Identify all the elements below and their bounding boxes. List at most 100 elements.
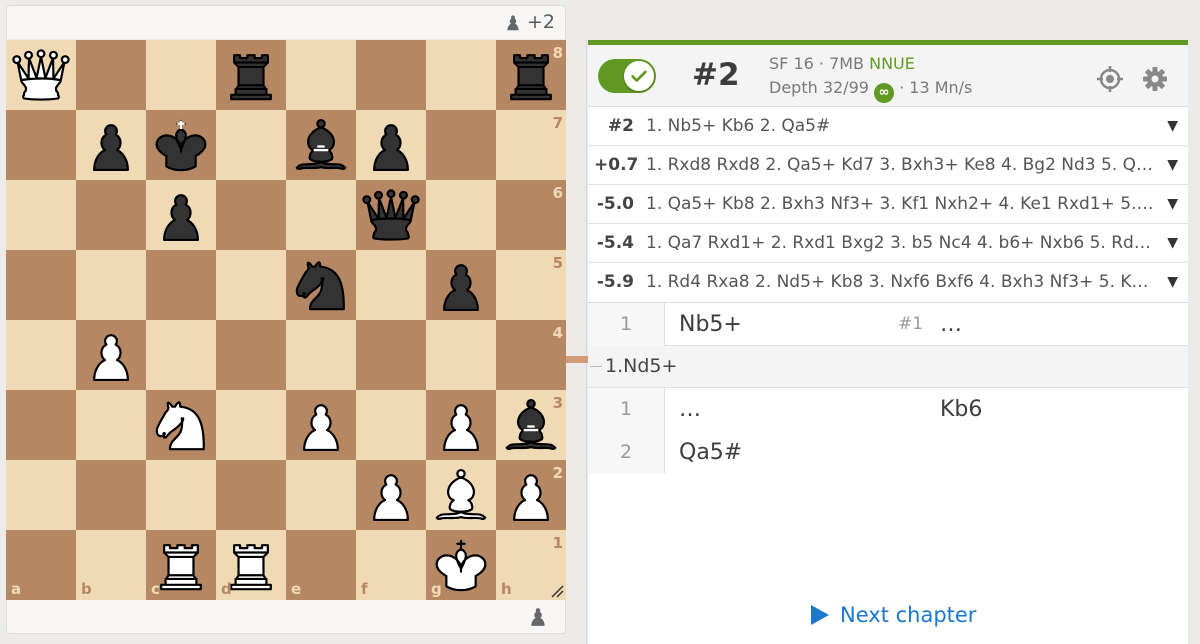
square-h1[interactable]: 1h xyxy=(496,530,566,600)
square-c4[interactable] xyxy=(146,320,216,390)
square-b2[interactable] xyxy=(76,460,146,530)
black-pawn-icon[interactable] xyxy=(428,252,494,318)
square-a8[interactable] xyxy=(6,40,76,110)
pv-line[interactable]: +0.7 1. Rxd8 Rxd8 2. Qa5+ Kd7 3. Bxh3+ K… xyxy=(588,146,1188,185)
square-f1[interactable]: f xyxy=(356,530,426,600)
black-move[interactable]: Kb6 xyxy=(940,388,982,431)
square-f5[interactable] xyxy=(356,250,426,320)
next-chapter-button[interactable]: Next chapter xyxy=(810,603,976,627)
square-c2[interactable] xyxy=(146,460,216,530)
square-e6[interactable] xyxy=(286,180,356,250)
caret-down-icon[interactable]: ▼ xyxy=(1167,185,1178,223)
square-b4[interactable] xyxy=(76,320,146,390)
caret-down-icon[interactable]: ▼ xyxy=(1167,107,1178,145)
square-e1[interactable]: e xyxy=(286,530,356,600)
engine-toggle[interactable] xyxy=(598,59,656,93)
square-d7[interactable] xyxy=(216,110,286,180)
caret-down-icon[interactable]: ▼ xyxy=(1167,146,1178,184)
square-g2[interactable] xyxy=(426,460,496,530)
pv-moves[interactable]: 1. Rd4 Rxa8 2. Nd5+ Kb8 3. Nxf6 Bxf6 4. … xyxy=(646,263,1158,301)
resize-handle-icon[interactable] xyxy=(550,584,564,598)
square-b5[interactable] xyxy=(76,250,146,320)
square-d2[interactable] xyxy=(216,460,286,530)
square-e4[interactable] xyxy=(286,320,356,390)
black-rook-icon[interactable] xyxy=(218,42,284,108)
square-g8[interactable] xyxy=(426,40,496,110)
black-king-icon[interactable] xyxy=(148,112,214,178)
white-queen-icon[interactable] xyxy=(8,42,74,108)
square-d4[interactable] xyxy=(216,320,286,390)
square-e3[interactable] xyxy=(286,390,356,460)
square-f8[interactable] xyxy=(356,40,426,110)
black-queen-icon[interactable] xyxy=(358,182,424,248)
square-g7[interactable] xyxy=(426,110,496,180)
square-e8[interactable] xyxy=(286,40,356,110)
square-d6[interactable] xyxy=(216,180,286,250)
white-move[interactable]: … xyxy=(679,388,701,431)
black-knight-icon[interactable] xyxy=(288,252,354,318)
square-h7[interactable]: 7 xyxy=(496,110,566,180)
black-move[interactable]: … xyxy=(940,303,962,346)
white-pawn-icon[interactable] xyxy=(358,462,424,528)
square-e5[interactable] xyxy=(286,250,356,320)
square-e2[interactable] xyxy=(286,460,356,530)
square-e7[interactable] xyxy=(286,110,356,180)
pv-moves[interactable]: 1. Qa7 Rxd1+ 2. Rxd1 Bxg2 3. b5 Nc4 4. b… xyxy=(646,224,1158,262)
square-f3[interactable] xyxy=(356,390,426,460)
square-d3[interactable] xyxy=(216,390,286,460)
pv-moves[interactable]: 1. Rxd8 Rxd8 2. Qa5+ Kd7 3. Bxh3+ Ke8 4.… xyxy=(646,146,1158,184)
caret-down-icon[interactable]: ▼ xyxy=(1167,263,1178,301)
square-g5[interactable] xyxy=(426,250,496,320)
square-f4[interactable] xyxy=(356,320,426,390)
square-a6[interactable] xyxy=(6,180,76,250)
square-f2[interactable] xyxy=(356,460,426,530)
square-a7[interactable] xyxy=(6,110,76,180)
square-c1[interactable]: c xyxy=(146,530,216,600)
white-pawn-icon[interactable] xyxy=(78,322,144,388)
white-pawn-icon[interactable] xyxy=(428,392,494,458)
square-h2[interactable]: 2 xyxy=(496,460,566,530)
square-f6[interactable] xyxy=(356,180,426,250)
square-a4[interactable] xyxy=(6,320,76,390)
square-h8[interactable]: 8 xyxy=(496,40,566,110)
square-b8[interactable] xyxy=(76,40,146,110)
square-g3[interactable] xyxy=(426,390,496,460)
pv-line[interactable]: -5.9 1. Rd4 Rxa8 2. Nd5+ Kb8 3. Nxf6 Bxf… xyxy=(588,263,1188,302)
square-b7[interactable] xyxy=(76,110,146,180)
pv-line[interactable]: -5.0 1. Qa5+ Kb8 2. Bxh3 Nf3+ 3. Kf1 Nxh… xyxy=(588,185,1188,224)
square-h3[interactable]: 3 xyxy=(496,390,566,460)
square-c7[interactable] xyxy=(146,110,216,180)
black-pawn-icon[interactable] xyxy=(78,112,144,178)
black-bishop-icon[interactable] xyxy=(288,112,354,178)
white-move[interactable]: Qa5# xyxy=(679,431,742,474)
target-icon[interactable] xyxy=(1096,65,1124,93)
variation-move[interactable]: 1.Nd5+ xyxy=(605,346,677,386)
chessboard[interactable]: 8765432abcdefg1h xyxy=(6,40,566,600)
square-h5[interactable]: 5 xyxy=(496,250,566,320)
white-bishop-icon[interactable] xyxy=(428,462,494,528)
white-knight-icon[interactable] xyxy=(148,392,214,458)
black-pawn-icon[interactable] xyxy=(148,182,214,248)
square-h6[interactable]: 6 xyxy=(496,180,566,250)
square-b6[interactable] xyxy=(76,180,146,250)
square-d1[interactable]: d xyxy=(216,530,286,600)
square-f7[interactable] xyxy=(356,110,426,180)
black-pawn-icon[interactable] xyxy=(358,112,424,178)
pv-moves[interactable]: 1. Qa5+ Kb8 2. Bxh3 Nf3+ 3. Kf1 Nxh2+ 4.… xyxy=(646,185,1158,223)
square-a3[interactable] xyxy=(6,390,76,460)
square-c8[interactable] xyxy=(146,40,216,110)
caret-down-icon[interactable]: ▼ xyxy=(1167,224,1178,262)
gear-icon[interactable] xyxy=(1141,65,1169,93)
pv-line[interactable]: -5.4 1. Qa7 Rxd1+ 2. Rxd1 Bxg2 3. b5 Nc4… xyxy=(588,224,1188,263)
square-a1[interactable]: a xyxy=(6,530,76,600)
square-d5[interactable] xyxy=(216,250,286,320)
infinite-analysis-icon[interactable]: ∞ xyxy=(874,83,895,103)
white-move[interactable]: Nb5+ xyxy=(679,303,742,346)
pv-moves[interactable]: 1. Nb5+ Kb6 2. Qa5# xyxy=(646,107,1158,145)
square-a5[interactable] xyxy=(6,250,76,320)
square-h4[interactable]: 4 xyxy=(496,320,566,390)
square-a2[interactable] xyxy=(6,460,76,530)
square-b3[interactable] xyxy=(76,390,146,460)
white-pawn-icon[interactable] xyxy=(288,392,354,458)
square-c6[interactable] xyxy=(146,180,216,250)
